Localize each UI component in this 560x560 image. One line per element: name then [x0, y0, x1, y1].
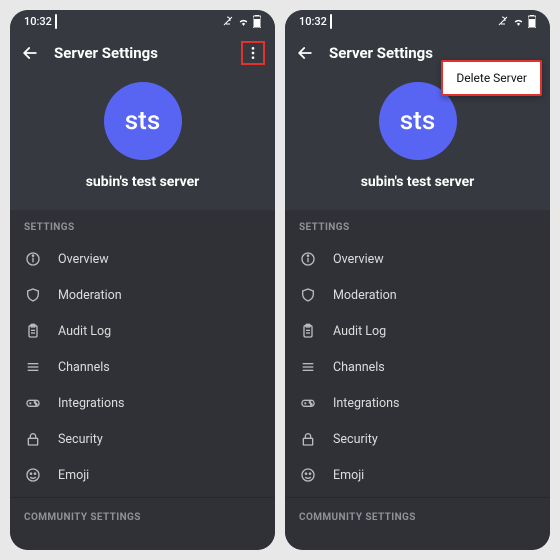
item-label: Channels — [333, 360, 385, 375]
status-icons — [497, 15, 536, 28]
item-label: Integrations — [333, 396, 399, 411]
phone-screen-left: 10:32 Server Settings sts subin's test s… — [10, 10, 275, 550]
section-header-settings: SETTINGS — [10, 210, 275, 241]
server-name: subin's test server — [361, 174, 475, 190]
item-label: Moderation — [58, 288, 122, 303]
server-hero: sts subin's test server — [10, 74, 275, 210]
info-icon — [24, 250, 42, 268]
emoji-icon — [24, 466, 42, 484]
back-button[interactable] — [20, 43, 40, 63]
item-moderation[interactable]: Moderation — [285, 277, 550, 313]
shield-icon — [24, 286, 42, 304]
screencast-icon — [55, 14, 57, 29]
item-label: Emoji — [333, 468, 364, 483]
item-emoji[interactable]: Emoji — [285, 457, 550, 493]
battery-icon — [528, 15, 536, 28]
clipboard-icon — [299, 322, 317, 340]
server-avatar[interactable]: sts — [104, 82, 182, 160]
settings-section: SETTINGS Overview Moderation Audit Log C… — [10, 210, 275, 550]
wifi-icon — [512, 16, 525, 26]
battery-icon — [253, 15, 261, 28]
item-security[interactable]: Security — [285, 421, 550, 457]
emoji-icon — [299, 466, 317, 484]
item-channels[interactable]: Channels — [10, 349, 275, 385]
server-name: subin's test server — [86, 174, 200, 190]
item-label: Overview — [58, 252, 109, 267]
section-header-settings: SETTINGS — [285, 210, 550, 241]
header-title: Server Settings — [329, 44, 433, 62]
item-security[interactable]: Security — [10, 421, 275, 457]
item-moderation[interactable]: Moderation — [10, 277, 275, 313]
item-integrations[interactable]: Integrations — [285, 385, 550, 421]
item-label: Security — [58, 432, 103, 447]
list-icon — [299, 358, 317, 376]
item-label: Security — [333, 432, 378, 447]
status-time: 10:32 — [24, 15, 57, 28]
clipboard-icon — [24, 322, 42, 340]
screencast-icon — [330, 14, 332, 29]
item-audit-log[interactable]: Audit Log — [10, 313, 275, 349]
status-bar: 10:32 — [10, 10, 275, 32]
item-audit-log[interactable]: Audit Log — [285, 313, 550, 349]
item-label: Overview — [333, 252, 384, 267]
header-bar: Server Settings — [10, 32, 275, 74]
community-section: COMMUNITY SETTINGS — [10, 497, 275, 531]
status-bar: 10:32 — [285, 10, 550, 32]
header-bar: Server Settings Delete Server — [285, 32, 550, 74]
phone-screen-right: 10:32 Server Settings Delete Server sts … — [285, 10, 550, 550]
section-header-community: COMMUNITY SETTINGS — [10, 500, 275, 531]
item-label: Channels — [58, 360, 110, 375]
item-overview[interactable]: Overview — [285, 241, 550, 277]
gamepad-icon — [24, 394, 42, 412]
more-button[interactable] — [241, 41, 265, 65]
wifi-icon — [237, 16, 250, 26]
item-label: Audit Log — [58, 324, 111, 339]
delete-server-menu-item[interactable]: Delete Server — [441, 60, 542, 96]
info-icon — [299, 250, 317, 268]
gamepad-icon — [299, 394, 317, 412]
shield-icon — [299, 286, 317, 304]
item-overview[interactable]: Overview — [10, 241, 275, 277]
settings-section: SETTINGS Overview Moderation Audit Log C… — [285, 210, 550, 550]
vibrate-icon — [222, 15, 234, 27]
vibrate-icon — [497, 15, 509, 27]
item-label: Integrations — [58, 396, 124, 411]
section-header-community: COMMUNITY SETTINGS — [285, 500, 550, 531]
back-button[interactable] — [295, 43, 315, 63]
item-channels[interactable]: Channels — [285, 349, 550, 385]
arrow-left-icon — [295, 43, 315, 63]
item-integrations[interactable]: Integrations — [10, 385, 275, 421]
item-label: Audit Log — [333, 324, 386, 339]
item-emoji[interactable]: Emoji — [10, 457, 275, 493]
status-icons — [222, 15, 261, 28]
list-icon — [24, 358, 42, 376]
community-section: COMMUNITY SETTINGS — [285, 497, 550, 531]
arrow-left-icon — [20, 43, 40, 63]
header-title: Server Settings — [54, 44, 158, 62]
more-vertical-icon — [245, 45, 261, 61]
lock-icon — [299, 430, 317, 448]
lock-icon — [24, 430, 42, 448]
item-label: Emoji — [58, 468, 89, 483]
status-time: 10:32 — [299, 15, 332, 28]
item-label: Moderation — [333, 288, 397, 303]
